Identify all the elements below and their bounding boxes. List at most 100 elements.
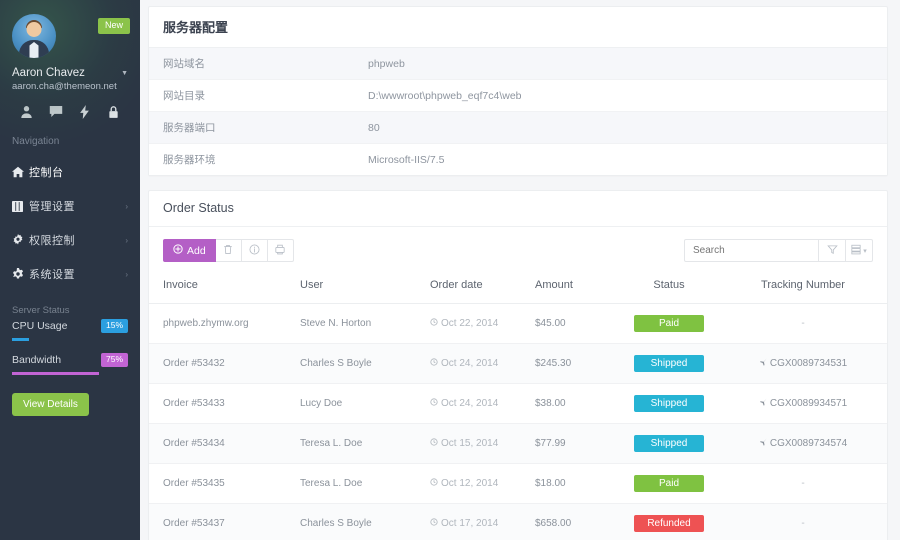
- print-icon: [275, 242, 285, 260]
- meter-label: CPU Usage: [12, 320, 67, 332]
- config-row: 服务器端口80: [149, 112, 887, 144]
- status-badge: Paid: [634, 315, 704, 332]
- cell-tracking-number: CGX0089734531: [719, 344, 887, 384]
- plane-icon: [759, 398, 767, 409]
- cell-amount: $658.00: [529, 504, 619, 540]
- cell-user: Lucy Doe: [294, 384, 424, 424]
- chevron-right-icon: ›: [125, 270, 128, 279]
- user-name-row[interactable]: Aaron Chavez ▼: [12, 67, 128, 79]
- sidebar-item-label: 系统设置: [29, 266, 125, 282]
- search-group: ▾: [684, 239, 873, 262]
- cell-status: Refunded: [619, 504, 719, 540]
- order-date-value: Oct 15, 2014: [430, 438, 498, 449]
- clock-icon: [430, 398, 438, 409]
- filter-button[interactable]: [819, 239, 846, 262]
- sidebar-item-label: 权限控制: [29, 232, 125, 248]
- config-row-key: 网站目录: [149, 80, 354, 112]
- cell-status: Paid: [619, 304, 719, 344]
- home-icon: [12, 166, 29, 178]
- config-row-key: 服务器端口: [149, 112, 354, 144]
- status-badge-new: New: [98, 18, 130, 34]
- columns-button[interactable]: ▾: [846, 239, 873, 262]
- meter-track-cpu: [12, 338, 128, 341]
- nav-list: 控制台 管理设置 › 权限控制 ›: [0, 155, 140, 291]
- chevron-down-icon: ▾: [863, 247, 867, 255]
- table-row[interactable]: Order #53434Teresa L. DoeOct 15, 2014$77…: [149, 424, 887, 464]
- cell-tracking-number: -: [719, 504, 887, 540]
- table-row[interactable]: Order #53437Charles S Boyle Oct 17, 2014 $…: [149, 504, 887, 540]
- order-date-value: Oct 17, 2014: [430, 518, 498, 529]
- cell-invoice: Order #53432: [149, 344, 294, 384]
- meter-percent-badge: 75%: [101, 353, 128, 367]
- cell-amount: $38.00: [529, 384, 619, 424]
- sidebar-item-permission-control[interactable]: 权限控制 ›: [0, 223, 140, 257]
- cell-order-date: Oct 22, 2014: [424, 304, 529, 344]
- status-badge: Shipped: [634, 395, 704, 412]
- cell-tracking-number: -: [719, 464, 887, 504]
- table-row[interactable]: Order #53435Teresa L. DoeOct 12, 2014$18…: [149, 464, 887, 504]
- cell-user: Charles S Boyle: [294, 344, 424, 384]
- delete-button[interactable]: [216, 239, 242, 262]
- profile-section: New Aaron Chavez ▼ aaron.cha@themeon.net: [0, 0, 140, 92]
- cell-tracking-number: -: [719, 304, 887, 344]
- print-button[interactable]: [268, 239, 294, 262]
- gear-icon: [12, 268, 29, 280]
- cell-order-date: Oct 17, 2014: [424, 504, 529, 540]
- config-row-value: phpweb: [354, 48, 887, 80]
- cell-status: Shipped: [619, 384, 719, 424]
- plane-icon: [759, 438, 767, 449]
- table-row[interactable]: Order #53433Lucy DoeOct 24, 2014$38.00Sh…: [149, 384, 887, 424]
- column-header-status[interactable]: Status: [619, 273, 719, 304]
- view-details-button[interactable]: View Details: [12, 393, 89, 416]
- clock-icon: [430, 518, 438, 529]
- tracking-number-value: CGX0089734531: [759, 358, 847, 369]
- column-header-order-date[interactable]: Order date: [424, 273, 529, 304]
- meter-cpu-usage: CPU Usage 15%: [12, 319, 128, 333]
- tracking-number-value: CGX0089934571: [759, 398, 847, 409]
- columns-icon: [851, 242, 861, 260]
- add-button[interactable]: Add: [163, 239, 216, 262]
- sidebar-item-console[interactable]: 控制台: [0, 155, 140, 189]
- sidebar-item-system-settings[interactable]: 系统设置 ›: [0, 257, 140, 291]
- cell-status: Shipped: [619, 424, 719, 464]
- cell-amount: $77.99: [529, 424, 619, 464]
- chevron-down-icon[interactable]: ▼: [121, 70, 128, 77]
- sidebar-item-label: 控制台: [29, 164, 128, 180]
- table-row[interactable]: phpweb.zhymw.orgSteve N. HortonOct 22, 2…: [149, 304, 887, 344]
- sidebar: New Aaron Chavez ▼ aaron.cha@themeon.net: [0, 0, 140, 540]
- server-status-section: Server Status CPU Usage 15% Bandwidth 75…: [0, 291, 140, 416]
- cell-invoice: Order #53437: [149, 504, 294, 540]
- clock-icon: [430, 438, 438, 449]
- orders-table: Invoice User Order date Amount Status Tr…: [149, 273, 887, 540]
- order-status-header: Order Status: [149, 191, 887, 227]
- cell-amount: $245.30: [529, 344, 619, 384]
- sidebar-item-management-settings[interactable]: 管理设置 ›: [0, 189, 140, 223]
- clock-icon: [430, 358, 438, 369]
- order-date-value: Oct 24, 2014: [430, 398, 498, 409]
- column-header-user[interactable]: User: [294, 273, 424, 304]
- info-button[interactable]: [242, 239, 268, 262]
- config-row-value: Microsoft-IIS/7.5: [354, 144, 887, 176]
- orders-table-head: Invoice User Order date Amount Status Tr…: [149, 273, 887, 304]
- config-row: 服务器环境Microsoft-IIS/7.5: [149, 144, 887, 176]
- cell-amount: $45.00: [529, 304, 619, 344]
- server-status-title: Server Status: [12, 305, 128, 316]
- column-header-tracking-number[interactable]: Tracking Number: [719, 273, 887, 304]
- meter-fill-bandwidth: [12, 372, 99, 375]
- cell-user: Steve N. Horton: [294, 304, 424, 344]
- cell-tracking-number: CGX0089934571: [719, 384, 887, 424]
- order-status-card: Order Status Add: [148, 190, 888, 540]
- meter-percent-badge: 15%: [101, 319, 128, 333]
- chevron-right-icon: ›: [125, 236, 128, 245]
- funnel-icon: [827, 242, 838, 260]
- config-row: 网站目录D:\wwwroot\phpweb_eqf7c4\web: [149, 80, 887, 112]
- column-header-invoice[interactable]: Invoice: [149, 273, 294, 304]
- column-header-amount[interactable]: Amount: [529, 273, 619, 304]
- avatar[interactable]: [12, 14, 56, 58]
- server-config-card: 服务器配置 网站域名phpweb网站目录D:\wwwroot\phpweb_eq…: [148, 6, 888, 176]
- cell-user: Charles S Boyle: [294, 504, 424, 540]
- search-input[interactable]: [684, 239, 819, 262]
- tracking-empty: -: [801, 478, 804, 489]
- table-row[interactable]: Order #53432Charles S BoyleOct 24, 2014$…: [149, 344, 887, 384]
- cell-user: Teresa L. Doe: [294, 424, 424, 464]
